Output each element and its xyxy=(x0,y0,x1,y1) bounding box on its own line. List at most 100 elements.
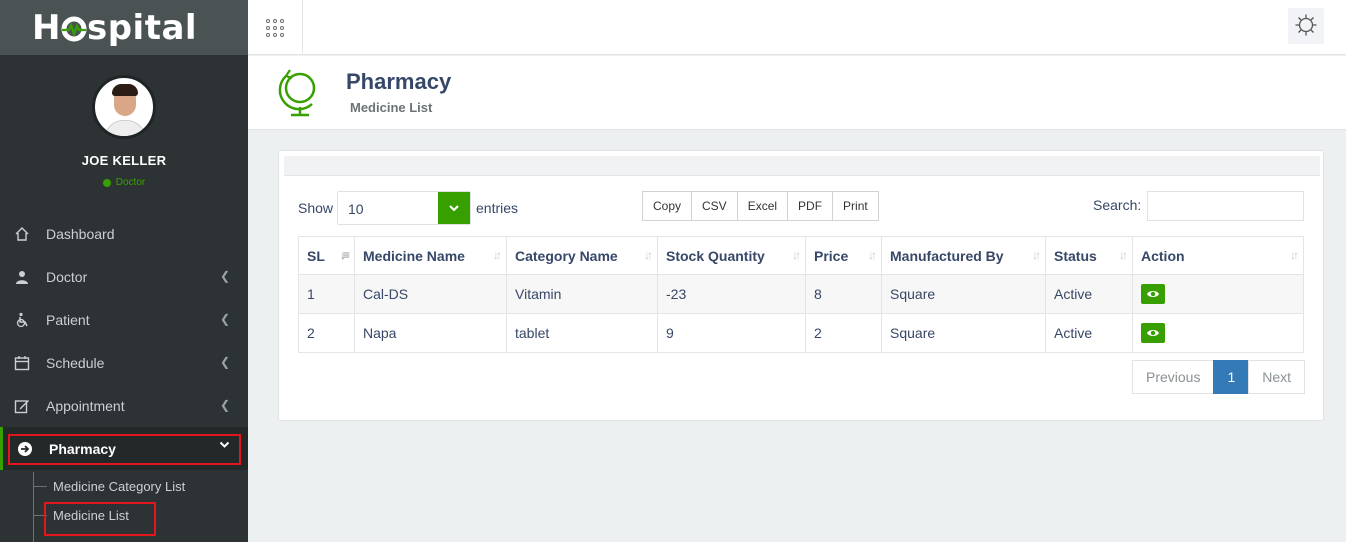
top-navbar xyxy=(248,0,1346,55)
column-header-category-name[interactable]: Category Name ↓↑ xyxy=(506,236,658,275)
wheelchair-icon xyxy=(12,310,32,330)
cell-sl: 2 xyxy=(298,313,355,353)
column-header-status[interactable]: Status ↓↑ xyxy=(1045,236,1133,275)
user-name: JOE KELLER xyxy=(81,153,167,168)
cell-action xyxy=(1132,313,1304,353)
column-header-medicine-name[interactable]: Medicine Name ↓↑ xyxy=(354,236,507,275)
sort-icon: ↓↑ xyxy=(644,248,653,262)
table-row: 1 Cal-DS Vitamin -23 8 Square Active xyxy=(298,274,1304,314)
apps-grid-icon xyxy=(266,18,284,37)
search-input[interactable] xyxy=(1147,191,1304,221)
cell-price: 2 xyxy=(805,313,882,353)
logo-suffix: spital xyxy=(86,7,198,48)
sort-icon: ↓↑ xyxy=(1119,248,1128,262)
cell-stock-quantity: -23 xyxy=(657,274,806,314)
calendar-icon xyxy=(12,353,32,373)
chevron-left-icon: ❮ xyxy=(219,355,230,369)
sidebar: Hspital JOE KELLER Doctor Dashboard Doct… xyxy=(0,0,248,542)
chevron-down-icon xyxy=(438,192,470,224)
show-label: Show xyxy=(298,200,334,216)
online-status-icon xyxy=(102,178,111,187)
gear-icon xyxy=(1294,13,1318,40)
entries-length-value: 10 xyxy=(348,201,364,217)
sort-asc-icon: ↓≡ xyxy=(339,248,350,262)
sidebar-item-label: Appointment xyxy=(46,397,125,414)
sidebar-item-label: Patient xyxy=(46,311,90,328)
export-button-group: Copy CSV Excel PDF Print xyxy=(642,191,879,221)
sort-icon: ↓↑ xyxy=(1032,248,1041,262)
submenu-item-label: Medicine Category List xyxy=(53,479,186,494)
cell-category-name: Vitamin xyxy=(506,274,658,314)
sidebar-item-schedule[interactable]: Schedule ❮ xyxy=(0,341,248,384)
search-label: Search: xyxy=(1093,197,1142,213)
sidebar-menu: Dashboard Doctor ❮ Patient ❮ Schedule ❮ … xyxy=(0,212,248,470)
entries-length-select[interactable]: 10 xyxy=(337,191,471,225)
column-header-price[interactable]: Price ↓↑ xyxy=(805,236,882,275)
home-icon xyxy=(12,224,32,244)
content-header: Pharmacy Medicine List xyxy=(248,56,1346,130)
entries-label: entries xyxy=(476,200,519,216)
cell-price: 8 xyxy=(805,274,882,314)
cell-action xyxy=(1132,274,1304,314)
cell-manufactured-by: Square xyxy=(881,274,1046,314)
page-subtitle: Medicine List xyxy=(350,100,433,115)
view-button[interactable] xyxy=(1141,284,1165,304)
print-button[interactable]: Print xyxy=(832,191,879,221)
user-md-icon xyxy=(12,267,32,287)
sidebar-item-appointment[interactable]: Appointment ❮ xyxy=(0,384,248,427)
cell-status: Active xyxy=(1045,274,1133,314)
cell-stock-quantity: 9 xyxy=(657,313,806,353)
cell-status: Active xyxy=(1045,313,1133,353)
settings-button[interactable] xyxy=(1288,8,1324,44)
logo[interactable]: Hspital xyxy=(0,0,248,55)
logo-prefix: H xyxy=(32,7,61,48)
chevron-left-icon: ❮ xyxy=(219,312,230,326)
user-panel: JOE KELLER Doctor xyxy=(0,55,248,188)
sort-icon: ↓↑ xyxy=(1290,248,1299,262)
sidebar-item-patient[interactable]: Patient ❮ xyxy=(0,298,248,341)
panel-heading xyxy=(284,156,1320,176)
column-header-manufactured-by[interactable]: Manufactured By ↓↑ xyxy=(881,236,1046,275)
pdf-button[interactable]: PDF xyxy=(787,191,834,221)
eye-icon xyxy=(1147,291,1159,297)
cell-sl: 1 xyxy=(298,274,355,314)
sort-icon: ↓↑ xyxy=(868,248,877,262)
pharmacy-highlight-box xyxy=(8,434,241,465)
copy-button[interactable]: Copy xyxy=(642,191,693,221)
medicine-table: SL ↓≡ Medicine Name ↓↑ Category Name ↓↑ Sto… xyxy=(298,236,1304,353)
submenu-item-medicine-category-list[interactable]: Medicine Category List xyxy=(0,472,248,501)
csv-button[interactable]: CSV xyxy=(691,191,738,221)
previous-page-button[interactable]: Previous xyxy=(1132,360,1215,394)
sidebar-item-doctor[interactable]: Doctor ❮ xyxy=(0,255,248,298)
cell-medicine-name: Napa xyxy=(354,313,507,353)
sort-icon: ↓↑ xyxy=(792,248,801,262)
user-role-label: Doctor xyxy=(115,177,146,188)
heartbeat-icon xyxy=(61,8,87,48)
sort-icon: ↓↑ xyxy=(493,248,502,262)
column-header-stock-quantity[interactable]: Stock Quantity ↓↑ xyxy=(657,236,806,275)
chevron-left-icon: ❮ xyxy=(219,269,230,283)
medicine-list-panel: Show 10 entries Copy CSV Excel PDF Print… xyxy=(278,150,1324,421)
pagination: Previous 1 Next xyxy=(1132,360,1306,394)
apps-grid-button[interactable] xyxy=(248,0,303,55)
column-header-sl[interactable]: SL ↓≡ xyxy=(298,236,355,275)
column-header-action[interactable]: Action ↓↑ xyxy=(1132,236,1304,275)
sidebar-item-dashboard[interactable]: Dashboard xyxy=(0,212,248,255)
user-role: Doctor xyxy=(0,177,248,188)
table-header-row: SL ↓≡ Medicine Name ↓↑ Category Name ↓↑ Sto… xyxy=(298,236,1304,275)
next-page-button[interactable]: Next xyxy=(1248,360,1306,394)
sidebar-item-label: Schedule xyxy=(46,354,105,371)
edit-icon xyxy=(12,396,32,416)
globe-icon xyxy=(276,64,322,123)
avatar[interactable] xyxy=(92,75,156,139)
view-button[interactable] xyxy=(1141,323,1165,343)
table-row: 2 Napa tablet 9 2 Square Active xyxy=(298,313,1304,353)
page-1-button[interactable]: 1 xyxy=(1213,360,1250,394)
cell-category-name: tablet xyxy=(506,313,658,353)
cell-medicine-name: Cal-DS xyxy=(354,274,507,314)
sidebar-item-label: Dashboard xyxy=(46,225,115,242)
sidebar-item-label: Doctor xyxy=(46,268,88,285)
page-title: Pharmacy xyxy=(346,69,452,94)
excel-button[interactable]: Excel xyxy=(736,191,789,221)
eye-icon xyxy=(1147,330,1159,336)
